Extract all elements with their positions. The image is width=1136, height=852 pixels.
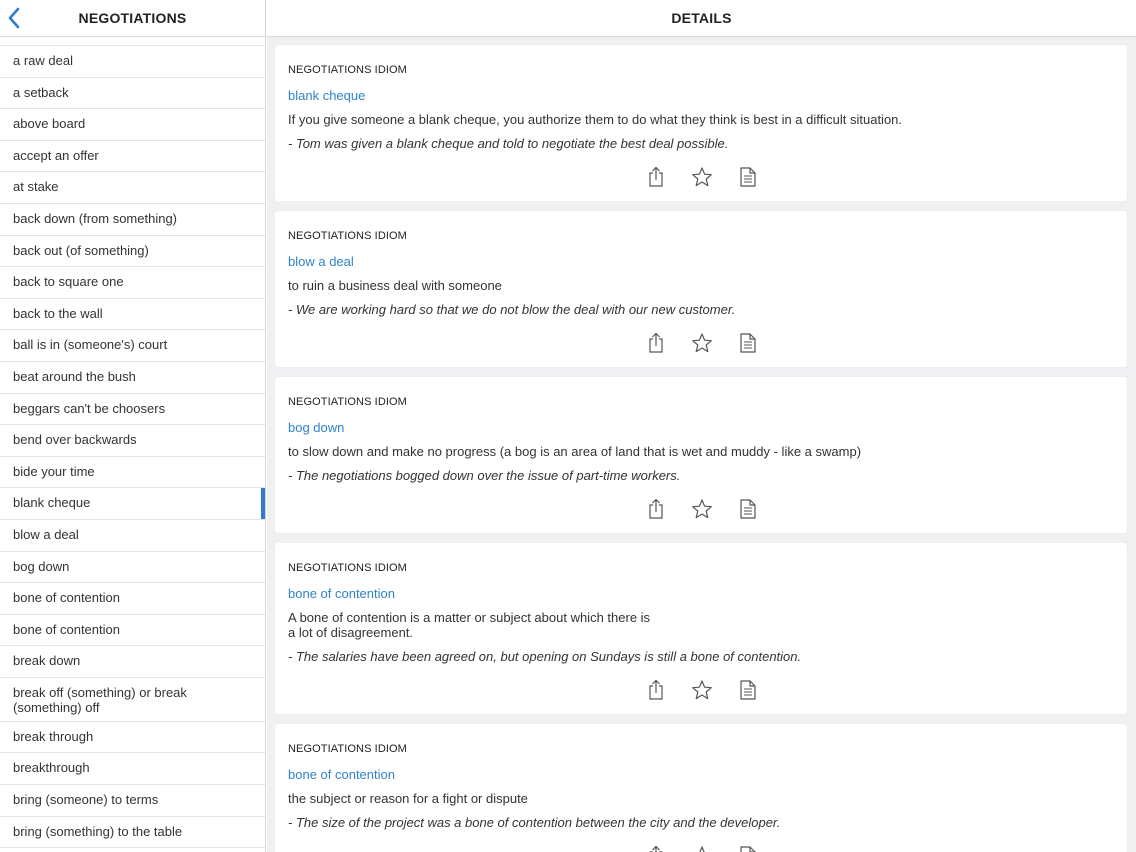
share-icon [648,166,663,187]
list-item[interactable]: at stake [0,172,265,204]
share-button[interactable] [644,678,668,702]
share-button[interactable] [644,331,668,355]
details-header: DETAILS [267,0,1136,37]
star-icon [691,167,712,187]
notes-button[interactable] [736,497,760,521]
share-button[interactable] [644,497,668,521]
list-item[interactable]: bide your time [0,457,265,489]
idiom-example: - We are working hard so that we do not … [288,302,736,317]
share-icon [648,845,663,852]
share-icon [648,498,663,519]
details-cards: NEGOTIATIONS IDIOM blank cheque If you g… [275,45,1127,852]
favorite-button[interactable] [690,678,714,702]
notes-button[interactable] [736,844,760,852]
card-actions [288,495,1115,523]
idiom-term-link[interactable]: bone of contention [288,586,1115,601]
list-item[interactable]: bring (someone) to terms [0,785,265,817]
idiom-category: NEGOTIATIONS IDIOM [288,64,407,76]
list-item[interactable]: a raw deal [0,46,265,78]
list-item[interactable]: a setback [0,78,265,110]
star-icon [691,499,712,519]
idiom-category: NEGOTIATIONS IDIOM [288,396,407,408]
list-item[interactable]: back out (of something) [0,236,265,268]
idiom-definition: the subject or reason for a fight or dis… [288,791,528,806]
list-item[interactable]: above board [0,109,265,141]
favorite-button[interactable] [690,844,714,852]
idiom-example: - The size of the project was a bone of … [288,815,781,830]
list-item[interactable]: bone of contention [0,615,265,647]
idiom-category: NEGOTIATIONS IDIOM [288,230,407,242]
list-item[interactable]: back to the wall [0,299,265,331]
idiom-card: NEGOTIATIONS IDIOM blank cheque If you g… [275,45,1127,201]
list-item[interactable]: break off (something) or break (somethin… [0,678,265,722]
share-button[interactable] [644,165,668,189]
list-header: NEGOTIATIONS [0,0,265,37]
list-item[interactable]: blow a deal [0,520,265,552]
star-icon [691,680,712,700]
list-item[interactable]: beat around the bush [0,362,265,394]
notes-button[interactable] [736,331,760,355]
card-actions [288,329,1115,357]
star-icon [698,846,705,852]
card-actions [288,676,1115,704]
notes-button[interactable] [736,165,760,189]
details-title: DETAILS [671,10,732,26]
list-item[interactable]: break through [0,722,265,754]
document-icon [739,167,756,187]
idiom-definition: If you give someone a blank cheque, you … [288,112,903,127]
idiom-example: - The salaries have been agreed on, but … [288,649,802,664]
idiom-card: NEGOTIATIONS IDIOM bone of contention th… [275,724,1127,852]
card-actions [288,842,1115,852]
list-item[interactable]: bone of contention [0,583,265,615]
star-icon [691,333,712,353]
idiom-list-pane: NEGOTIATIONS a raw deal a setback above bo… [0,0,266,852]
idiom-card: NEGOTIATIONS IDIOM blow a deal to ruin a… [275,211,1127,367]
idiom-example: - The negotiations bogged down over the … [288,468,681,483]
idiom-definition: A bone of contention is a matter or subj… [288,610,651,640]
notes-button[interactable] [736,678,760,702]
document-icon [739,499,756,519]
idiom-category: NEGOTIATIONS IDIOM [288,562,407,574]
idiom-term-link[interactable]: bone of contention [288,767,1115,782]
idiom-card: NEGOTIATIONS IDIOM bone of contention A … [275,543,1127,714]
idiom-term-link[interactable]: blow a deal [288,254,1115,269]
share-icon [648,679,663,700]
document-icon [739,680,756,700]
list-item[interactable]: breakthrough [0,753,265,786]
idiom-term-link[interactable]: blank cheque [288,88,1115,103]
idiom-definition: to slow down and make no progress (a bog… [288,444,862,459]
list-item[interactable]: accept an offer [0,141,265,173]
list-item[interactable]: bring (something) to the table [0,817,265,849]
favorite-button[interactable] [690,165,714,189]
list-item[interactable]: beggars can't be choosers [0,394,265,426]
list-item[interactable]: blank cheque [0,488,265,520]
list-item[interactable]: back down (from something) [0,204,265,236]
idiom-category: NEGOTIATIONS IDIOM [288,743,407,755]
list-item[interactable]: back to square one [0,267,265,299]
document-icon [739,333,756,353]
idiom-definition: to ruin a business deal with someone [288,278,502,293]
list-item[interactable]: bend over backwards [0,425,265,457]
idiom-term-link[interactable]: bog down [288,420,1115,435]
share-button[interactable] [644,844,668,852]
details-pane: DETAILS NEGOTIATIONS IDIOM blank cheque … [267,0,1136,852]
card-actions [288,163,1115,191]
share-icon [648,332,663,353]
list-item[interactable]: ball is in (someone's) court [0,330,265,362]
idiom-card: NEGOTIATIONS IDIOM bog down to slow down… [275,377,1127,533]
idiom-example: - Tom was given a blank cheque and told … [288,136,729,151]
idiom-list: a raw deal a setback above board accept an … [0,45,265,849]
favorite-button[interactable] [690,331,714,355]
favorite-button[interactable] [690,497,714,521]
list-item[interactable]: break down [0,646,265,678]
list-title: NEGOTIATIONS [78,10,187,26]
list-item[interactable]: bog down [0,552,265,584]
document-icon [739,846,756,852]
